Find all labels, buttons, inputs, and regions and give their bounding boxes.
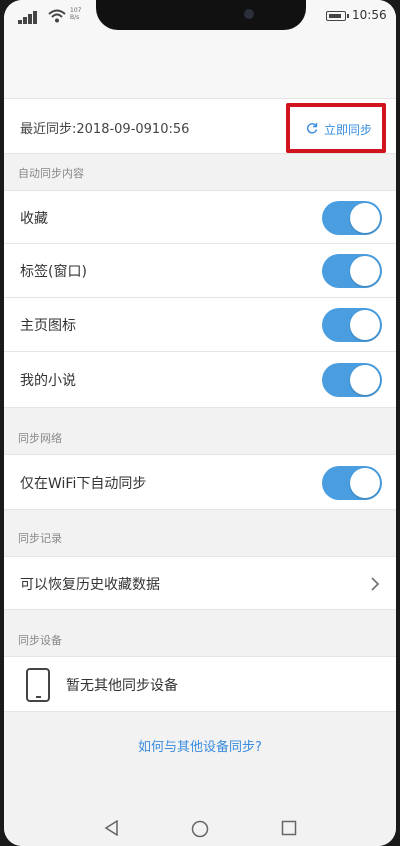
section-sync-devices: 同步设备 [4, 610, 396, 656]
wifi-only-toggle[interactable] [322, 466, 382, 500]
section-label: 同步记录 [18, 532, 62, 545]
sync-item-tabs[interactable]: 标签(窗口) [4, 244, 396, 298]
tabs-toggle[interactable] [322, 254, 382, 288]
status-time: 10:56 [352, 8, 387, 22]
chevron-right-icon [371, 577, 380, 591]
wifi-icon [48, 9, 66, 23]
refresh-icon [306, 123, 318, 134]
speed-value: 107 [70, 7, 82, 14]
item-label: 收藏 [20, 211, 48, 227]
item-label: 我的小说 [20, 373, 76, 389]
back-icon[interactable] [104, 820, 120, 836]
notch [96, 0, 306, 30]
section-label: 同步设备 [18, 634, 62, 647]
home-icon[interactable] [191, 820, 209, 838]
wifi-only-row[interactable]: 仅在WiFi下自动同步 [4, 454, 396, 510]
item-label: 标签(窗口) [20, 264, 87, 280]
no-device-label: 暂无其他同步设备 [66, 678, 178, 694]
sync-item-favorites[interactable]: 收藏 [4, 190, 396, 244]
sync-now-label: 立即同步 [324, 123, 373, 137]
sync-item-homepage-icons[interactable]: 主页图标 [4, 298, 396, 352]
favorites-toggle[interactable] [322, 201, 382, 235]
wifi-only-label: 仅在WiFi下自动同步 [20, 476, 147, 492]
last-sync-text: 最近同步:2018-09-0910:56 [20, 122, 190, 137]
section-label: 同步网络 [18, 432, 62, 445]
recent-apps-icon[interactable] [281, 820, 297, 836]
header-area [4, 34, 396, 98]
camera-icon [244, 9, 254, 19]
restore-history-row[interactable]: 可以恢复历史收藏数据 [4, 556, 396, 610]
restore-history-label: 可以恢复历史收藏数据 [20, 577, 160, 593]
status-bar: 107 B/s 10:56 [4, 0, 396, 34]
sync-now-button[interactable]: 立即同步 [286, 103, 386, 153]
signal-icon [18, 10, 44, 24]
novels-toggle[interactable] [322, 363, 382, 397]
battery-icon [326, 11, 349, 21]
no-device-row: 暂无其他同步设备 [4, 656, 396, 712]
phone-device-icon [26, 668, 50, 702]
section-label: 自动同步内容 [18, 167, 84, 180]
section-auto-sync: 自动同步内容 [4, 154, 396, 190]
system-nav-bar [4, 808, 396, 846]
network-speed: 107 B/s [70, 7, 81, 21]
sync-help-link[interactable]: 如何与其他设备同步? [4, 736, 396, 755]
homepage-icons-toggle[interactable] [322, 308, 382, 342]
item-label: 主页图标 [20, 318, 76, 334]
sync-item-novels[interactable]: 我的小说 [4, 352, 396, 408]
speed-unit: B/s [70, 14, 80, 21]
section-sync-network: 同步网络 [4, 408, 396, 454]
phone-screen: 107 B/s 10:56 最近同步:2018-09-0910:56 立即同步 … [4, 0, 396, 846]
section-sync-records: 同步记录 [4, 510, 396, 556]
